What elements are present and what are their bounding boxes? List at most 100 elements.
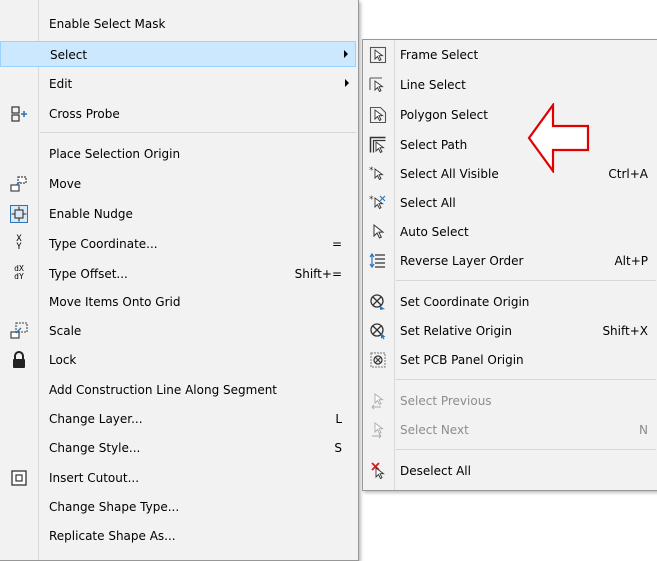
menu-item-change-style[interactable]: Change Style... S xyxy=(0,435,356,461)
menu-item-change-shape-type[interactable]: Change Shape Type... xyxy=(0,494,356,520)
submenu-item-select-previous[interactable]: Select Previous xyxy=(363,388,656,414)
menu-item-label: Enable Nudge xyxy=(49,207,133,221)
scale-icon xyxy=(10,322,28,340)
lock-icon xyxy=(10,351,28,369)
move-icon xyxy=(10,175,28,193)
menu-item-type-offset[interactable]: dX dY Type Offset... Shift+= xyxy=(0,261,356,287)
pcb-panel-origin-icon xyxy=(369,351,387,369)
menu-item-add-construction-line[interactable]: Add Construction Line Along Segment xyxy=(0,377,356,403)
nudge-icon xyxy=(10,205,28,223)
menu-item-label: Reverse Layer Order xyxy=(400,254,524,268)
menu-item-type-coordinate[interactable]: XY Type Coordinate... = xyxy=(0,231,356,257)
submenu-item-frame-select[interactable]: Frame Select xyxy=(363,42,656,68)
menu-item-shortcut: L xyxy=(335,412,342,426)
menu-item-shortcut: S xyxy=(334,441,342,455)
polygon-select-icon xyxy=(369,106,387,124)
submenu-item-line-select[interactable]: Line Select xyxy=(363,72,656,98)
menu-item-shortcut: Shift+= xyxy=(294,267,342,281)
context-menu: Enable Select Mask Select Edit Cross Pro… xyxy=(0,0,359,561)
menu-item-label: Change Layer... xyxy=(49,412,143,426)
menu-item-label: Select Previous xyxy=(400,394,492,408)
menu-item-enable-nudge[interactable]: Enable Nudge xyxy=(0,201,356,227)
submenu-item-select-next[interactable]: Select Next N xyxy=(363,417,656,443)
dx-dy-offset-icon: dX dY xyxy=(10,265,28,283)
menu-item-select[interactable]: Select xyxy=(0,41,356,67)
menu-item-scale[interactable]: Scale xyxy=(0,318,356,344)
menu-item-label: Cross Probe xyxy=(49,107,120,121)
menu-item-label: Enable Select Mask xyxy=(49,17,166,31)
menu-item-label: Move xyxy=(49,177,82,191)
submenu-item-select-path[interactable]: Select Path xyxy=(363,132,656,158)
submenu-item-select-all-visible[interactable]: * Select All Visible Ctrl+A xyxy=(363,161,656,187)
select-next-icon xyxy=(369,421,387,439)
menu-item-label: Move Items Onto Grid xyxy=(49,295,181,309)
menu-separator xyxy=(396,449,656,450)
submenu-item-deselect-all[interactable]: Deselect All xyxy=(363,458,656,484)
submenu-item-set-relative-origin[interactable]: Set Relative Origin Shift+X xyxy=(363,318,656,344)
menu-item-label: Type Coordinate... xyxy=(49,237,158,251)
select-previous-icon xyxy=(369,392,387,410)
icon-text-y: Y xyxy=(16,242,22,252)
menu-item-lock[interactable]: Lock xyxy=(0,347,356,373)
menu-item-label: Deselect All xyxy=(400,464,471,478)
xy-coordinate-icon: XY xyxy=(10,235,28,253)
menu-item-label: Change Style... xyxy=(49,441,141,455)
select-path-icon xyxy=(369,136,387,154)
menu-item-enable-select-mask[interactable]: Enable Select Mask xyxy=(0,11,356,37)
submenu-arrow-icon xyxy=(345,79,349,87)
svg-text:*: * xyxy=(369,195,374,205)
menu-item-label: Set Relative Origin xyxy=(400,324,512,338)
menu-item-label: Line Select xyxy=(400,78,466,92)
menu-separator xyxy=(40,132,356,133)
menu-item-shortcut: Ctrl+A xyxy=(608,167,648,181)
cross-probe-icon xyxy=(10,105,28,123)
menu-item-label: Replicate Shape As... xyxy=(49,529,176,543)
menu-item-change-layer[interactable]: Change Layer... L xyxy=(0,406,356,432)
submenu-item-auto-select[interactable]: Auto Select xyxy=(363,219,656,245)
menu-item-label: Add Construction Line Along Segment xyxy=(49,383,278,397)
deselect-all-icon xyxy=(369,462,387,480)
menu-item-label: Scale xyxy=(49,324,82,338)
menu-item-edit[interactable]: Edit xyxy=(0,71,356,97)
menu-item-shortcut: = xyxy=(331,237,342,251)
submenu-item-set-coordinate-origin[interactable]: Set Coordinate Origin xyxy=(363,289,656,315)
submenu-item-polygon-select[interactable]: Polygon Select xyxy=(363,102,656,128)
submenu-item-select-all[interactable]: * Select All xyxy=(363,190,656,216)
menu-item-label: Frame Select xyxy=(400,48,479,62)
menu-item-replicate-shape-as[interactable]: Replicate Shape As... xyxy=(0,523,356,549)
submenu-item-set-pcb-panel-origin[interactable]: Set PCB Panel Origin xyxy=(363,347,656,373)
menu-separator xyxy=(396,379,656,380)
menu-item-label: Edit xyxy=(49,77,73,91)
menu-item-label: Change Shape Type... xyxy=(49,500,180,514)
menu-item-move-items-onto-grid[interactable]: Move Items Onto Grid xyxy=(0,289,356,315)
menu-item-label: Place Selection Origin xyxy=(49,147,181,161)
menu-item-label: Insert Cutout... xyxy=(49,471,140,485)
menu-item-label: Select Path xyxy=(400,138,468,152)
frame-select-icon xyxy=(369,46,387,64)
menu-item-cross-probe[interactable]: Cross Probe xyxy=(0,101,356,127)
callout-arrow xyxy=(527,103,590,173)
menu-item-label: Polygon Select xyxy=(400,108,488,122)
menu-item-label: Select Next xyxy=(400,423,469,437)
menu-item-shortcut: Alt+P xyxy=(614,254,648,268)
menu-item-label: Select All xyxy=(400,196,456,210)
menu-item-shortcut: N xyxy=(639,423,648,437)
icon-text-dy: dY xyxy=(14,272,24,281)
line-select-icon xyxy=(369,76,387,94)
select-all-visible-icon: * xyxy=(369,165,387,183)
reverse-layer-order-icon xyxy=(369,252,387,270)
select-all-icon: * xyxy=(369,194,387,212)
menu-item-insert-cutout[interactable]: Insert Cutout... xyxy=(0,465,356,491)
relative-origin-icon xyxy=(369,322,387,340)
menu-item-move[interactable]: Move xyxy=(0,171,356,197)
select-submenu: Frame Select Line Select Polygon Select xyxy=(362,39,657,491)
menu-item-shortcut: Shift+X xyxy=(602,324,648,338)
menu-item-place-selection-origin[interactable]: Place Selection Origin xyxy=(0,141,356,167)
auto-select-icon xyxy=(369,223,387,241)
menu-item-label: Lock xyxy=(49,353,77,367)
menu-item-label: Type Offset... xyxy=(49,267,128,281)
menu-item-label: Select xyxy=(50,48,88,62)
cutout-icon xyxy=(10,469,28,487)
submenu-item-reverse-layer-order[interactable]: Reverse Layer Order Alt+P xyxy=(363,248,656,274)
menu-item-label: Set PCB Panel Origin xyxy=(400,353,524,367)
